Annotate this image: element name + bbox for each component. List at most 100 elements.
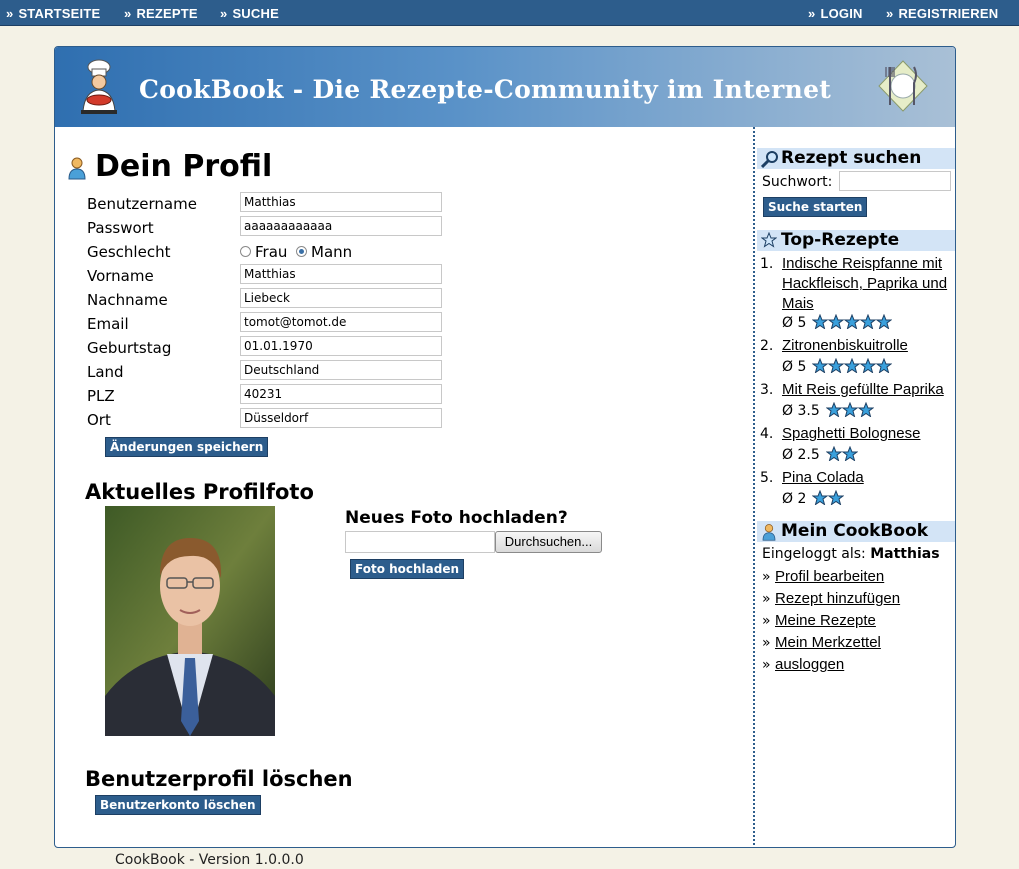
top-recipe-5[interactable]: Pina Colada [782, 469, 864, 486]
rank-4: 4. [760, 426, 774, 442]
profile-photo [105, 506, 275, 736]
star-icon [875, 357, 893, 374]
link-ausloggen[interactable]: ausloggen [775, 656, 844, 673]
label-passwort: Passwort [87, 219, 154, 237]
cutlery-icon [878, 60, 928, 112]
vorname-input[interactable]: Matthias [240, 264, 442, 284]
label-geschlecht: Geschlecht [87, 243, 171, 261]
star-icon [841, 445, 859, 462]
star-icon [811, 489, 829, 506]
browse-button[interactable]: Durchsuchen... [495, 531, 602, 553]
chef-logo-icon [81, 59, 117, 114]
star-icon [875, 313, 893, 330]
nachname-input[interactable]: Liebeck [240, 288, 442, 308]
star-icon [843, 357, 861, 374]
label-ort: Ort [87, 411, 111, 429]
main-card: CookBook - Die Rezepte-Community im Inte… [54, 46, 956, 848]
footer-version: CookBook - Version 1.0.0.0 [115, 852, 304, 868]
user-icon [762, 524, 776, 541]
upload-photo-button[interactable]: Foto hochladen [350, 559, 465, 579]
radio-mann-label: Mann [311, 243, 353, 261]
label-vorname: Vorname [87, 267, 154, 285]
column-divider [753, 127, 755, 847]
land-input[interactable]: Deutschland [240, 360, 442, 380]
star-icon [811, 357, 829, 374]
rating-stars-3 [825, 401, 875, 418]
rank-3: 3. [760, 382, 774, 398]
rating-stars-1 [811, 313, 893, 330]
star-icon [843, 313, 861, 330]
top-recipe-1-line1[interactable]: Indische Reispfanne mit [782, 255, 942, 272]
bullet: » [762, 635, 771, 651]
passwort-input[interactable]: aaaaaaaaaaaa [240, 216, 442, 236]
star-icon [859, 357, 877, 374]
ort-input[interactable]: Düsseldorf [240, 408, 442, 428]
label-plz: PLZ [87, 387, 115, 405]
search-panel-heading: Rezept suchen [757, 148, 955, 169]
nav-startseite[interactable]: » STARTSEITE [6, 6, 100, 21]
top-recipe-3[interactable]: Mit Reis gefüllte Paprika [782, 381, 944, 398]
save-changes-button[interactable]: Änderungen speichern [105, 437, 269, 457]
delete-account-button[interactable]: Benutzerkonto löschen [95, 795, 261, 815]
nav-suche[interactable]: » SUCHE [220, 6, 279, 21]
rating-stars-2 [811, 357, 893, 374]
star-icon [827, 313, 845, 330]
rating-4: Ø 2.5 [782, 447, 820, 463]
rating-stars-5 [811, 489, 845, 506]
logged-in-label: Eingeloggt als: Matthias [762, 546, 940, 562]
bullet: » [762, 613, 771, 629]
magnifier-icon [761, 151, 778, 168]
bullet: » [762, 657, 771, 673]
logged-in-user: Matthias [870, 546, 940, 562]
rating-stars-4 [825, 445, 859, 462]
top-recipe-1-line2[interactable]: Hackfleisch, Paprika und [782, 275, 947, 292]
rank-2: 2. [760, 338, 774, 354]
star-icon [761, 232, 777, 248]
search-label: Suchwort: [762, 174, 833, 190]
nav-login[interactable]: » LOGIN [808, 6, 863, 21]
star-icon [859, 313, 877, 330]
site-banner: CookBook - Die Rezepte-Community im Inte… [55, 47, 955, 127]
label-geburtstag: Geburtstag [87, 339, 172, 357]
rank-5: 5. [760, 470, 774, 486]
benutzername-input[interactable]: Matthias [240, 192, 442, 212]
rating-5: Ø 2 [782, 491, 807, 507]
delete-heading: Benutzerprofil löschen [85, 767, 353, 791]
photo-heading: Aktuelles Profilfoto [85, 480, 314, 504]
label-nachname: Nachname [87, 291, 168, 309]
upload-heading: Neues Foto hochladen? [345, 508, 568, 528]
star-icon [827, 489, 845, 506]
search-button[interactable]: Suche starten [763, 197, 868, 217]
page-title: Dein Profil [95, 149, 273, 184]
geburtstag-input[interactable]: 01.01.1970 [240, 336, 442, 356]
file-path-input[interactable] [345, 531, 495, 553]
plz-input[interactable]: 40231 [240, 384, 442, 404]
top-recipes-heading: Top-Rezepte [757, 230, 955, 251]
top-recipe-1-line3[interactable]: Mais [782, 295, 814, 312]
top-navigation: » STARTSEITE » REZEPTE » SUCHE » LOGIN » REGI… [0, 0, 1019, 26]
bullet: » [762, 569, 771, 585]
nav-registrieren[interactable]: » REGISTRIEREN [886, 6, 998, 21]
radio-frau[interactable] [240, 246, 251, 257]
link-rezept-hinzufuegen[interactable]: Rezept hinzufügen [775, 590, 900, 607]
star-icon [841, 401, 859, 418]
rating-1: Ø 5 [782, 315, 807, 331]
nav-rezepte[interactable]: » REZEPTE [124, 6, 198, 21]
star-icon [857, 401, 875, 418]
rating-3: Ø 3.5 [782, 403, 820, 419]
rank-1: 1. [760, 256, 774, 272]
banner-title: CookBook - Die Rezepte-Community im Inte… [139, 75, 832, 104]
star-icon [811, 313, 829, 330]
radio-frau-label: Frau [255, 243, 288, 261]
user-icon [68, 157, 86, 180]
link-profil-bearbeiten[interactable]: Profil bearbeiten [775, 568, 884, 585]
search-input[interactable] [839, 171, 951, 191]
link-meine-rezepte[interactable]: Meine Rezepte [775, 612, 876, 629]
top-recipe-2[interactable]: Zitronenbiskuitrolle [782, 337, 908, 354]
label-land: Land [87, 363, 124, 381]
link-mein-merkzettel[interactable]: Mein Merkzettel [775, 634, 881, 651]
label-email: Email [87, 315, 129, 333]
radio-mann[interactable] [296, 246, 307, 257]
top-recipe-4[interactable]: Spaghetti Bolognese [782, 425, 920, 442]
email-input[interactable]: tomot@tomot.de [240, 312, 442, 332]
